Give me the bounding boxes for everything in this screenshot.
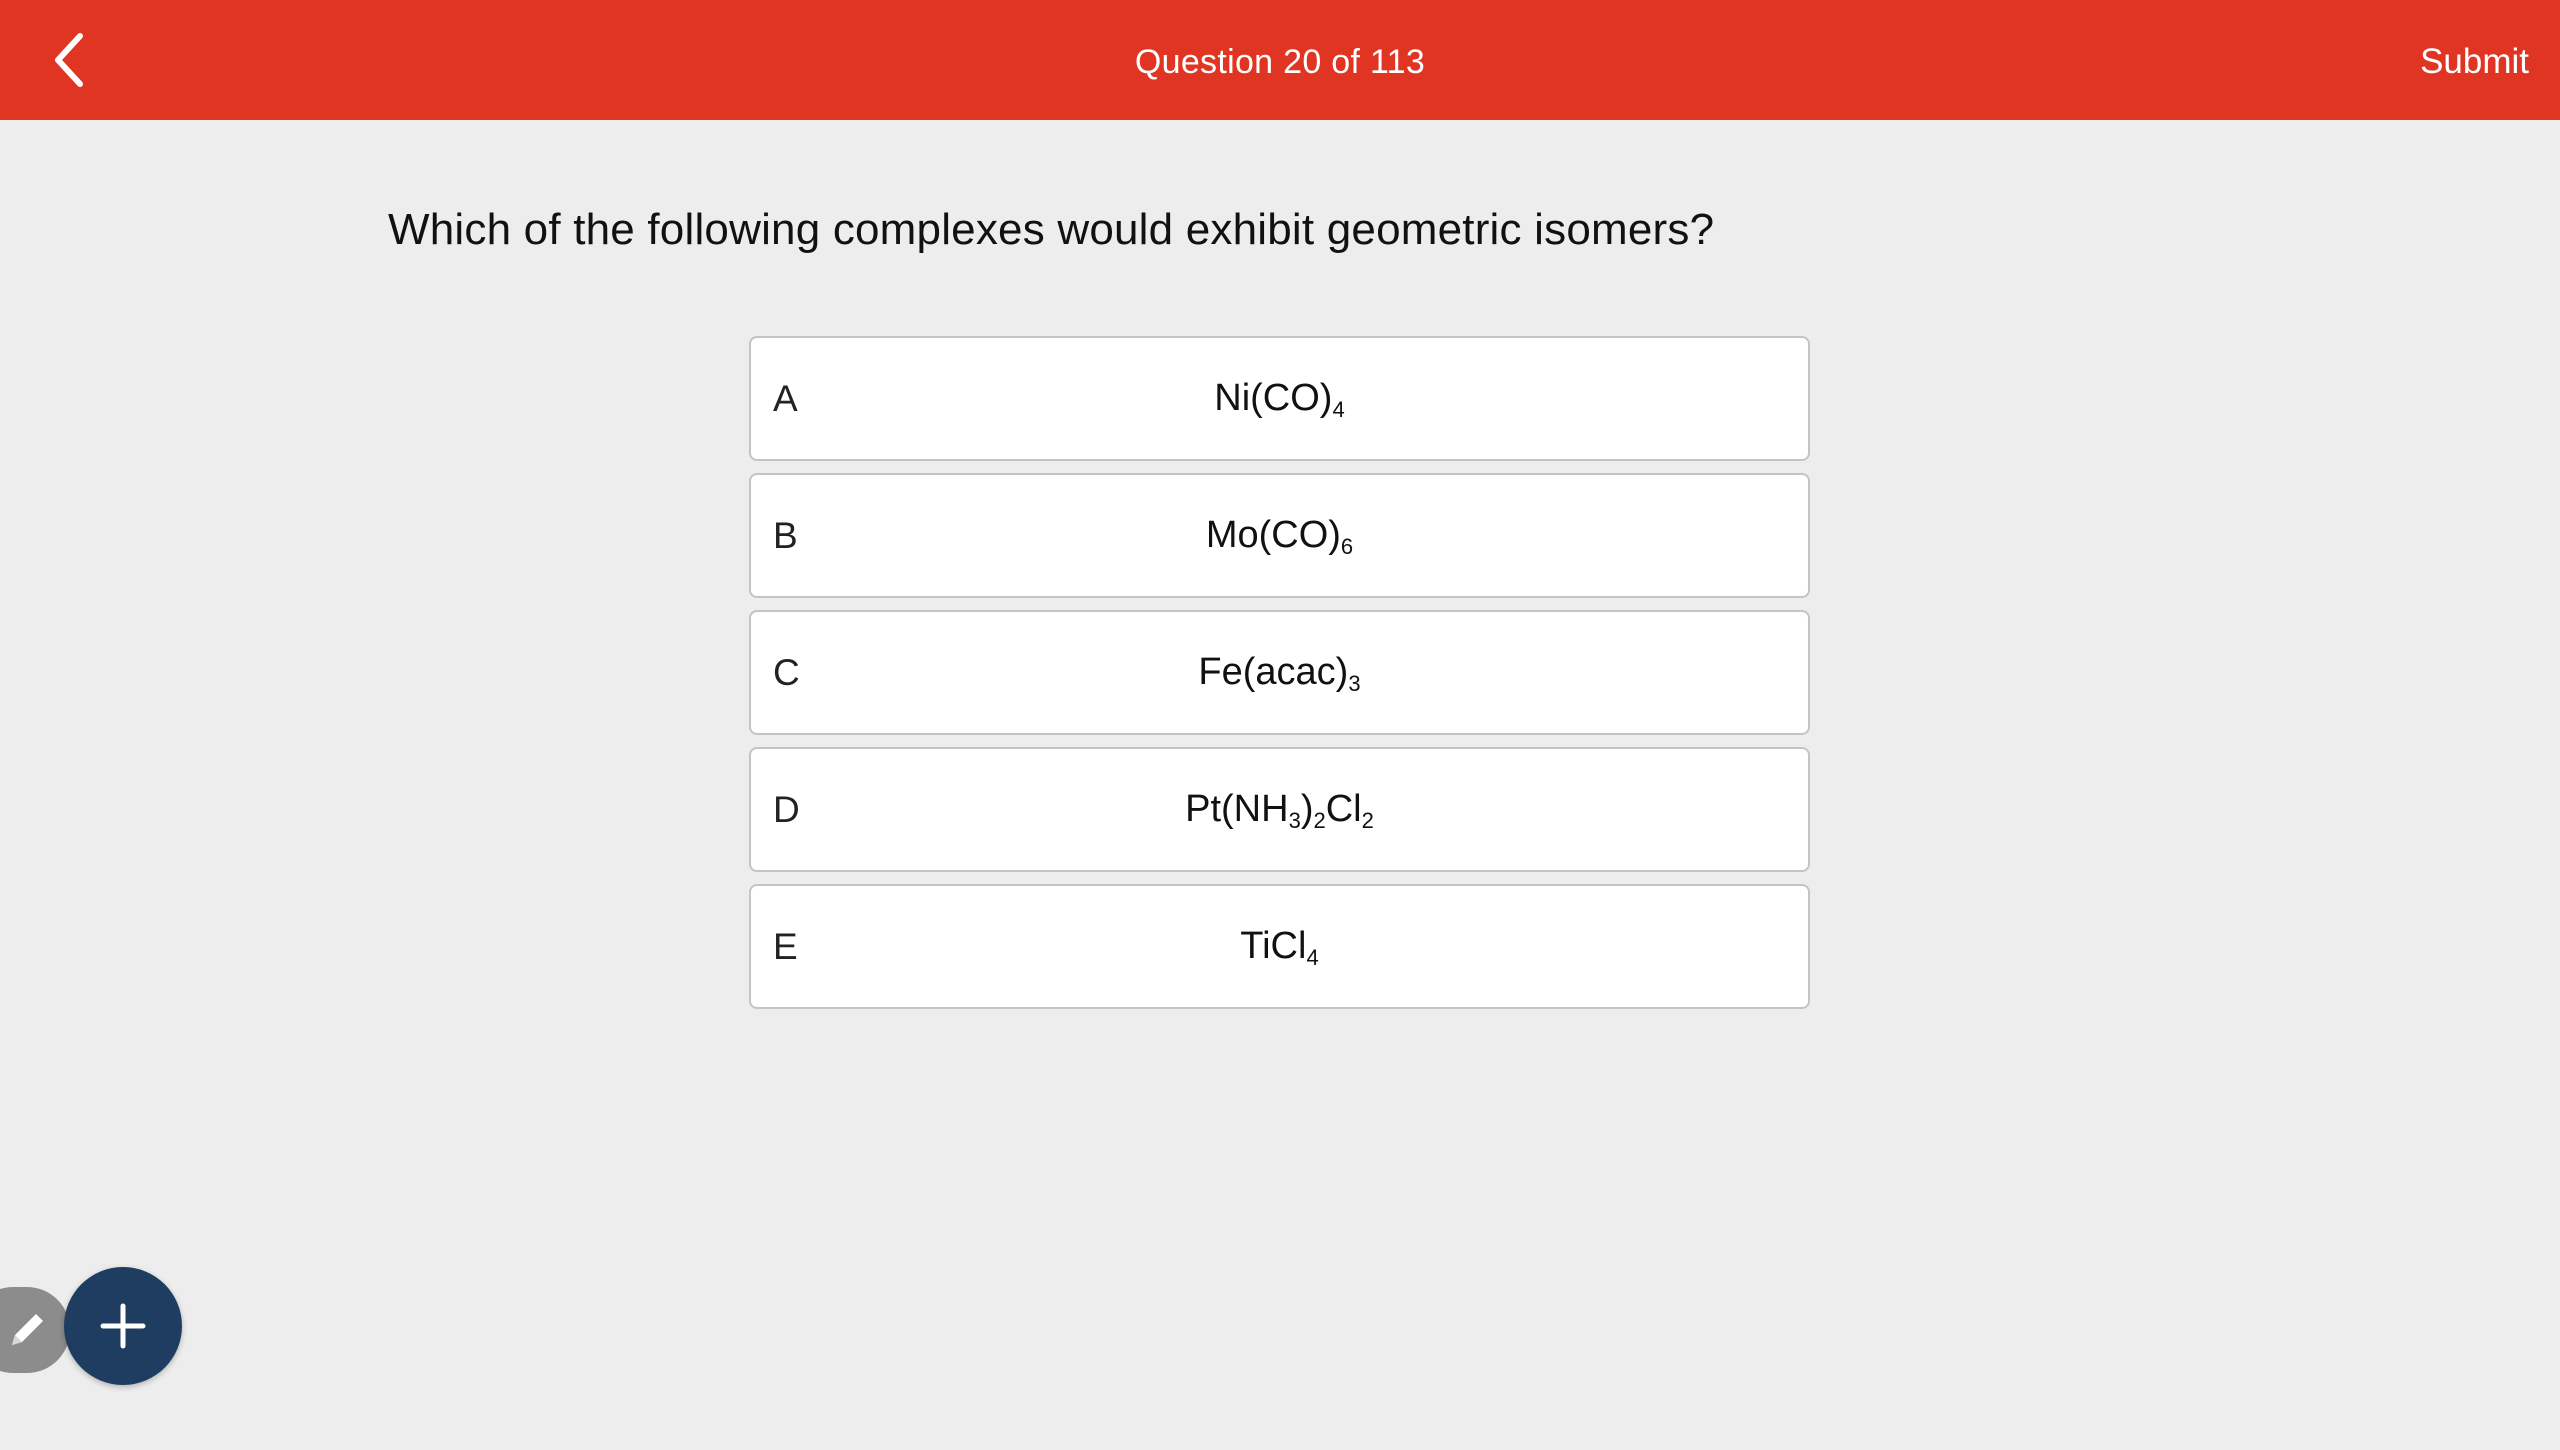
formula-text: Pt(NH3)2Cl2 [1185,749,1374,870]
option-a[interactable]: A Ni(CO)4 [749,336,1810,461]
submit-button[interactable]: Submit [2420,0,2529,124]
top-bar: Question 20 of 113 Submit [0,0,2560,120]
option-formula: Mo(CO)6 [751,475,1808,596]
pencil-icon [12,1314,43,1345]
formula-text: Fe(acac)3 [1198,612,1360,733]
question-text: Which of the following complexes would e… [388,205,1715,254]
formula-subscript: 6 [1340,534,1354,559]
formula-text: Mo(CO)6 [1206,475,1353,596]
plus-icon [100,1303,146,1349]
formula-part: TiCl [1240,925,1307,967]
formula-part: Pt(NH [1185,788,1289,830]
formula-part: Ni(CO) [1214,377,1333,419]
option-d[interactable]: D Pt(NH3)2Cl2 [749,747,1810,872]
option-formula: Pt(NH3)2Cl2 [751,749,1808,870]
formula-part: Cl [1325,788,1362,830]
formula-subscript: 4 [1332,397,1345,422]
option-formula: Fe(acac)3 [751,612,1808,733]
formula-part: ) [1300,788,1314,830]
formula-part: Fe(acac) [1198,651,1349,693]
question-counter: Question 20 of 113 [1134,43,1426,81]
formula-part: Mo(CO) [1205,514,1341,556]
answer-options: A Ni(CO)4 B Mo(CO)6 C Fe(acac)3 D Pt(NH3… [749,336,1810,1021]
option-e[interactable]: E TiCl4 [749,884,1810,1009]
formula-subscript: 4 [1306,945,1319,970]
option-c[interactable]: C Fe(acac)3 [749,610,1810,735]
formula-subscript: 3 [1348,671,1361,696]
add-button[interactable] [64,1267,182,1385]
formula-subscript: 2 [1313,808,1326,833]
formula-text: TiCl4 [1240,886,1318,1007]
formula-subscript: 2 [1361,808,1374,833]
option-formula: TiCl4 [751,886,1808,1007]
option-b[interactable]: B Mo(CO)6 [749,473,1810,598]
formula-subscript: 3 [1288,808,1301,833]
formula-text: Ni(CO)4 [1214,338,1344,459]
option-formula: Ni(CO)4 [751,338,1808,459]
pencil-button[interactable] [0,1287,70,1373]
